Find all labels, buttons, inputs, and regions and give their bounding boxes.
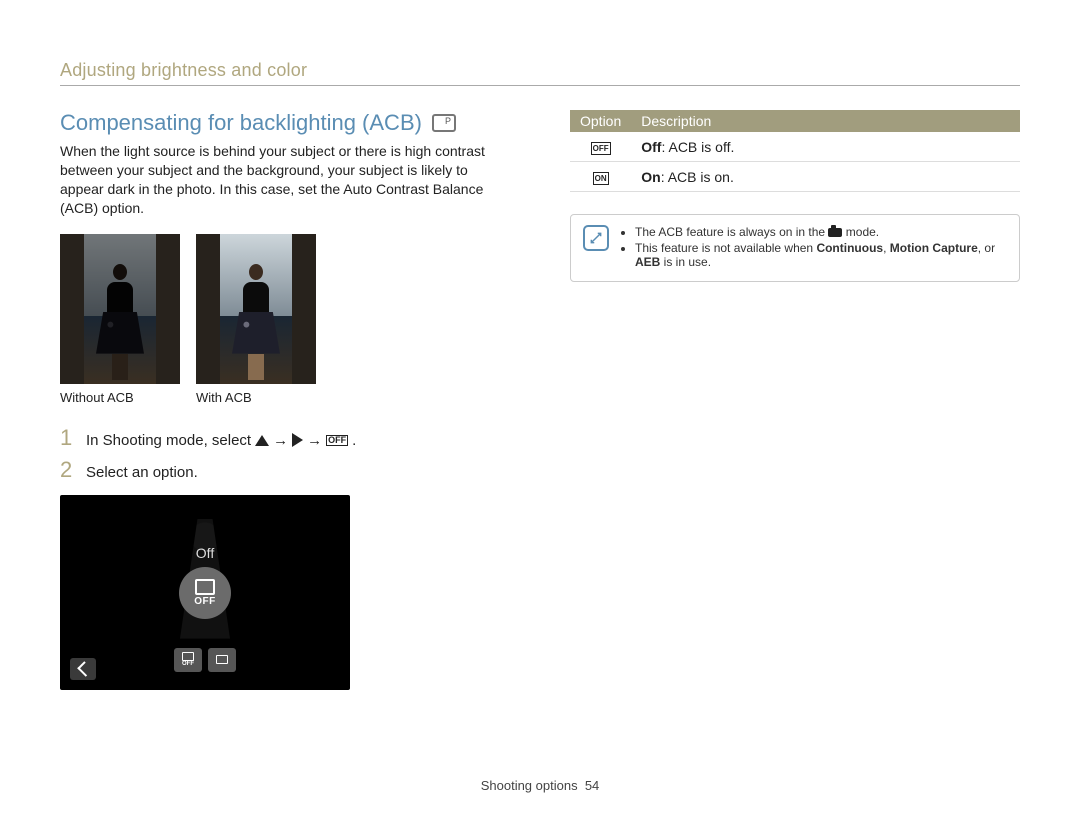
table-row: OFF Off: ACB is off. bbox=[570, 132, 1020, 162]
arrow-1: → bbox=[273, 432, 288, 449]
page-footer: Shooting options 54 bbox=[0, 778, 1080, 793]
camera-screen-preview: Off OFF OFF bbox=[60, 495, 350, 690]
row-on-desc: On: ACB is on. bbox=[631, 162, 1020, 192]
acb-on-icon: ON bbox=[593, 172, 609, 185]
acb-off-glyph-icon: OFF bbox=[326, 435, 348, 446]
step-1-period: . bbox=[352, 432, 356, 449]
option-acb-on-thumb[interactable] bbox=[208, 648, 236, 672]
footer-label: Shooting options bbox=[481, 778, 578, 793]
option-acb-off-thumb[interactable]: OFF bbox=[174, 648, 202, 672]
back-button[interactable] bbox=[70, 658, 96, 680]
section-title-text: Compensating for backlighting (ACB) bbox=[60, 110, 422, 136]
note-item-2: This feature is not available when Conti… bbox=[635, 241, 1007, 269]
camera-mode-icon bbox=[828, 228, 842, 237]
caption-without-acb: Without ACB bbox=[60, 390, 180, 405]
divider bbox=[60, 85, 1020, 86]
step-1-number: 1 bbox=[60, 425, 76, 451]
step-2-number: 2 bbox=[60, 457, 76, 483]
selected-badge-text: OFF bbox=[194, 596, 216, 607]
th-description: Description bbox=[631, 110, 1020, 132]
step-2-text: Select an option. bbox=[86, 464, 198, 481]
section-title: Compensating for backlighting (ACB) bbox=[60, 110, 510, 136]
intro-paragraph: When the light source is behind your sub… bbox=[60, 142, 510, 218]
options-table: Option Description OFF Off: ACB is off. … bbox=[570, 110, 1020, 192]
acb-off-icon: OFF bbox=[591, 142, 611, 155]
table-row: ON On: ACB is on. bbox=[570, 162, 1020, 192]
step-1-text: In Shooting mode, select → → OFF . bbox=[86, 432, 356, 449]
selected-acb-off-badge[interactable]: OFF bbox=[179, 567, 231, 619]
step-1-prefix: In Shooting mode, select bbox=[86, 432, 251, 449]
thumb-off-text: OFF bbox=[182, 661, 194, 667]
right-triangle-icon bbox=[292, 433, 303, 447]
note-item-1: The ACB feature is always on in the mode… bbox=[635, 225, 1007, 239]
mode-p-icon bbox=[432, 114, 456, 132]
caption-with-acb: With ACB bbox=[196, 390, 316, 405]
preview-off-label: Off bbox=[196, 545, 214, 561]
row-off-desc: Off: ACB is off. bbox=[631, 132, 1020, 162]
up-triangle-icon bbox=[255, 435, 269, 446]
note-icon bbox=[583, 225, 609, 251]
breadcrumb: Adjusting brightness and color bbox=[60, 60, 1020, 81]
th-option: Option bbox=[570, 110, 631, 132]
example-photo-with-acb bbox=[196, 234, 316, 384]
example-photo-without-acb bbox=[60, 234, 180, 384]
footer-page-number: 54 bbox=[585, 778, 599, 793]
arrow-2: → bbox=[307, 432, 322, 449]
note-box: The ACB feature is always on in the mode… bbox=[570, 214, 1020, 282]
